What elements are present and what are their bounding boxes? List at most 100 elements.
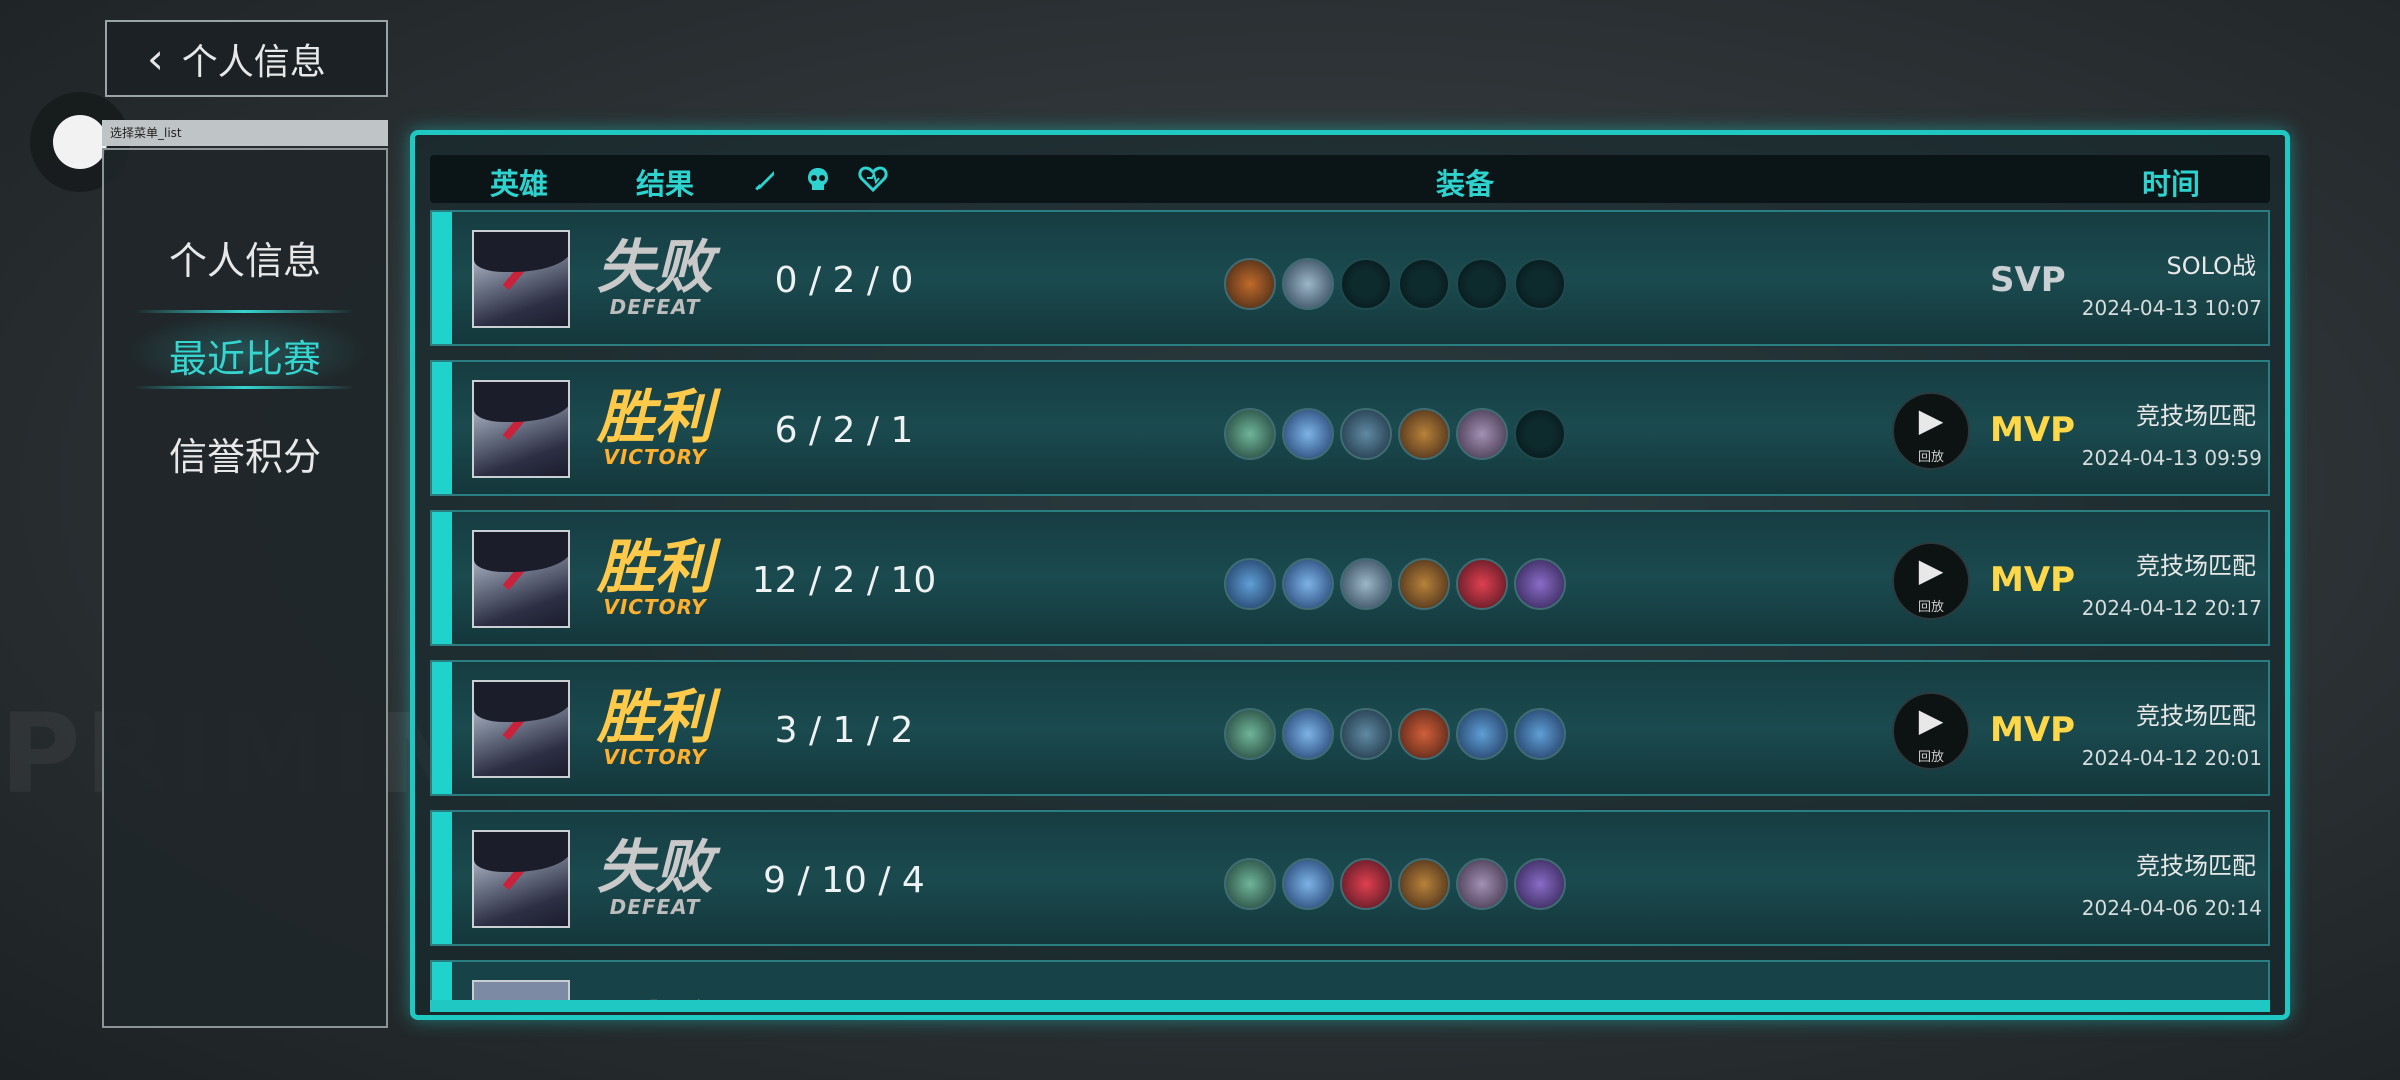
red-claw-item-icon (1340, 858, 1392, 910)
kda: 12 / 2 / 10 (751, 560, 937, 601)
header-result: 结果 (636, 167, 695, 201)
equipment-list (1224, 858, 1566, 910)
armor-item-icon (1456, 858, 1508, 910)
row-accent-bar (432, 962, 452, 1002)
match-row[interactable]: 失败 DEFEAT 9 / 10 / 4 竞技场匹配 2024-04-06 20… (430, 810, 2270, 946)
replay-label: 回放 (1917, 450, 1944, 465)
replay-button[interactable]: ▶ 回放 (1892, 692, 1970, 770)
hero-portrait (472, 380, 570, 478)
match-time: 2024-04-13 10:07 (2081, 296, 2262, 320)
result-cn: 胜利 (602, 982, 718, 1002)
hammer-item-icon (1224, 258, 1276, 310)
equipment-list (1224, 258, 1566, 310)
hero-portrait (472, 230, 570, 328)
equipment-list (1224, 408, 1566, 460)
sidebar-item-profile[interactable]: 个人信息 (104, 230, 386, 285)
rank-badge: MVP (1990, 710, 2076, 750)
replay-button[interactable]: ▶ 回放 (1892, 542, 1970, 620)
rank-badge: SVP (1990, 260, 2066, 300)
replay-label: 回放 (1917, 600, 1944, 615)
match-row[interactable]: 胜利 VICTORY 6 / 2 / 1 ▶ 回放 MVP 竞技场匹配 2024… (430, 360, 2270, 496)
kda: 9 / 10 / 4 (763, 860, 925, 901)
sidebar: 个人信息 最近比赛 信誉积分 (102, 148, 388, 1028)
blade-item-icon (1282, 408, 1334, 460)
replay-icon: ▶ (1918, 701, 1944, 739)
blade-item-icon (1282, 858, 1334, 910)
kda: 6 / 2 / 1 (774, 410, 914, 451)
row-accent-bar (432, 212, 452, 344)
match-row[interactable]: 胜利 (430, 960, 2270, 1002)
kda: 0 / 2 / 0 (774, 260, 914, 301)
back-button-label: 个人信息 (181, 41, 326, 83)
red-claw-item-icon (1456, 558, 1508, 610)
hero-portrait (472, 680, 570, 778)
replay-label: 回放 (1917, 750, 1944, 765)
empty-item-slot (1514, 258, 1566, 310)
panel-bottom-edge (430, 1000, 2270, 1012)
hammer-item-icon (1224, 558, 1276, 610)
row-accent-bar (432, 362, 452, 494)
skull-icon (808, 168, 828, 190)
armor-item-icon (1456, 408, 1508, 460)
fire-staff-item-icon (1398, 708, 1450, 760)
match-time: 2024-04-12 20:01 (2081, 746, 2262, 770)
staff-item-icon (1398, 858, 1450, 910)
sword-icon (755, 171, 774, 191)
sidebar-selection-line-bottom (134, 386, 354, 389)
boots-item-icon (1282, 258, 1334, 310)
rank-badge: MVP (1990, 410, 2076, 450)
game-mode: 竞技场匹配 (2136, 852, 2256, 880)
green-item-icon (1224, 708, 1276, 760)
green-item-icon (1224, 408, 1276, 460)
hero-portrait (472, 830, 570, 928)
sidebar-tag: 选择菜单_list (102, 120, 388, 146)
green-item-icon (1224, 858, 1276, 910)
header-hero: 英雄 (490, 167, 549, 201)
game-mode: 竞技场匹配 (2136, 702, 2256, 730)
row-accent-bar (432, 812, 452, 944)
rank-badge: MVP (1990, 560, 2076, 600)
sidebar-selection-line-top (134, 310, 354, 313)
back-button[interactable]: ‹ 个人信息 (105, 20, 388, 97)
game-mode: SOLO战 (2166, 252, 2256, 280)
boots-item-icon (1340, 558, 1392, 610)
sidebar-item-recent-matches[interactable]: 最近比赛 (104, 328, 386, 383)
match-time: 2024-04-13 09:59 (2081, 446, 2262, 470)
empty-item-slot (1398, 258, 1450, 310)
chevron-left-icon: ‹ (147, 33, 164, 83)
equipment-list (1224, 708, 1566, 760)
blade-item-icon (1282, 558, 1334, 610)
replay-icon: ▶ (1918, 551, 1944, 589)
hero-portrait (472, 530, 570, 628)
match-list-header: 英雄 结果 装备 时间 (430, 155, 2270, 203)
match-row[interactable]: 失败 DEFEAT 0 / 2 / 0 SVP SOLO战 2024-04-13… (430, 210, 2270, 346)
game-mode: 竞技场匹配 (2136, 552, 2256, 580)
staff-item-icon (1398, 558, 1450, 610)
equipment-list (1224, 558, 1566, 610)
header-equipment: 装备 (1436, 167, 1495, 201)
assist-heart-icon (858, 166, 888, 193)
boots-item-icon (1340, 408, 1392, 460)
empty-item-slot (1514, 408, 1566, 460)
row-accent-bar (432, 662, 452, 794)
match-time: 2024-04-12 20:17 (2081, 596, 2262, 620)
game-mode: 竞技场匹配 (2136, 402, 2256, 430)
boots-item-icon (1340, 708, 1392, 760)
match-time: 2024-04-06 20:14 (2081, 896, 2262, 920)
replay-button[interactable]: ▶ 回放 (1892, 392, 1970, 470)
header-time: 时间 (2142, 167, 2201, 201)
empty-item-slot (1340, 258, 1392, 310)
kda: 3 / 1 / 2 (774, 710, 914, 751)
hero-portrait (472, 980, 570, 1002)
match-row[interactable]: 胜利 VICTORY 12 / 2 / 10 ▶ 回放 MVP 竞技场匹配 20… (430, 510, 2270, 646)
spear-item-icon (1514, 558, 1566, 610)
blade-item-icon (1282, 708, 1334, 760)
row-accent-bar (432, 512, 452, 644)
empty-item-slot (1456, 258, 1508, 310)
hammer-item-icon (1456, 708, 1508, 760)
replay-icon: ▶ (1918, 401, 1944, 439)
spear-item-icon (1514, 858, 1566, 910)
match-row[interactable]: 胜利 VICTORY 3 / 1 / 2 ▶ 回放 MVP 竞技场匹配 2024… (430, 660, 2270, 796)
sidebar-item-credit-score[interactable]: 信誉积分 (104, 426, 386, 481)
staff-item-icon (1398, 408, 1450, 460)
